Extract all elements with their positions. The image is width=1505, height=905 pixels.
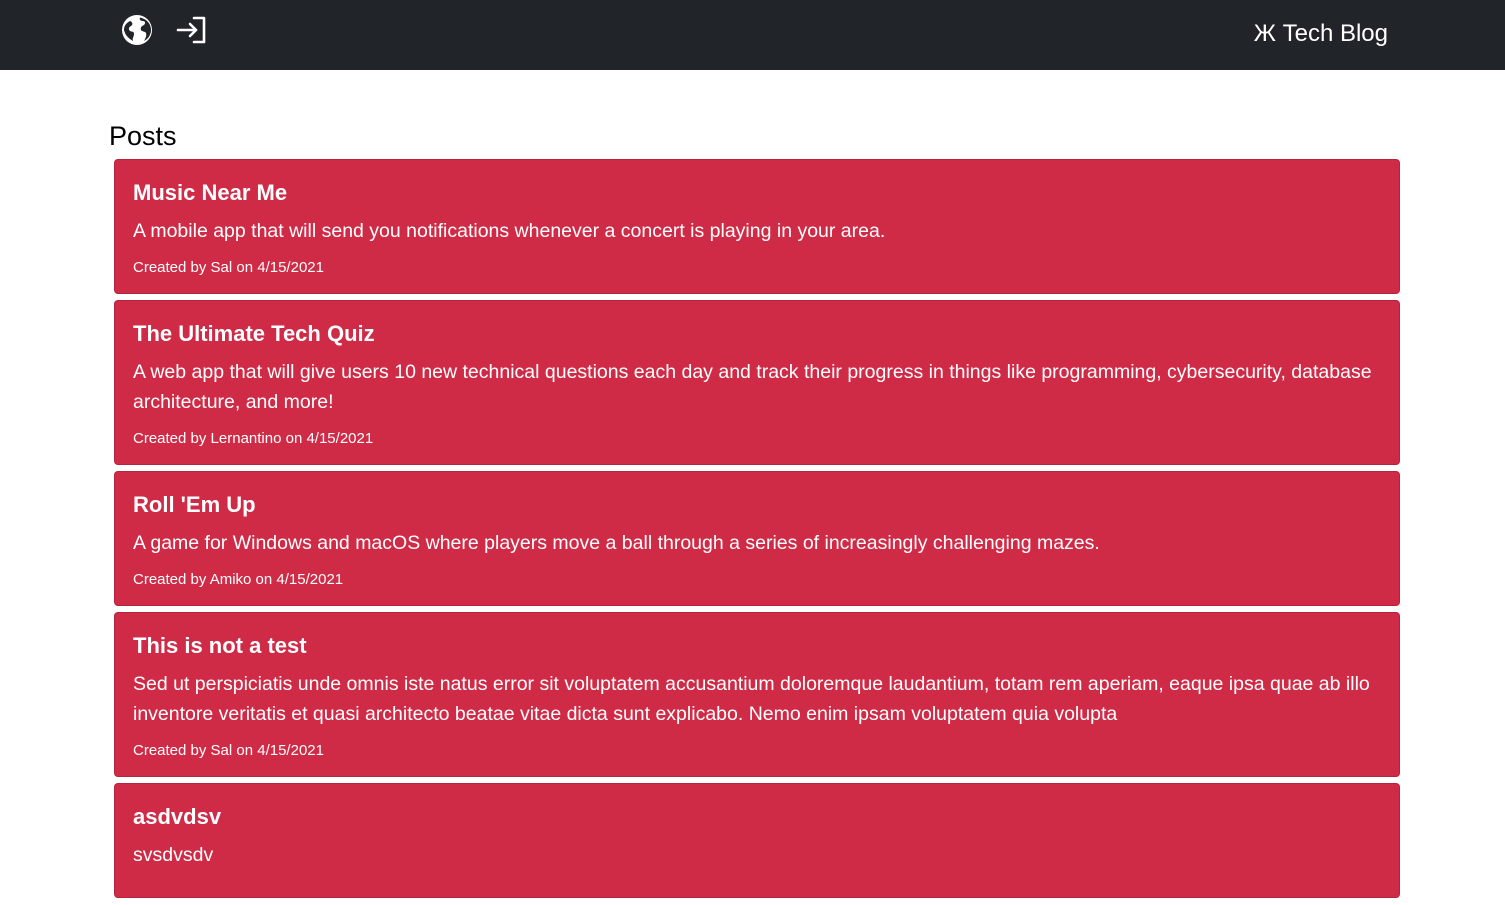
post-title: This is not a test — [133, 633, 307, 658]
post-body: Sed ut perspiciatis unde omnis iste natu… — [133, 673, 1370, 725]
post-body: svsdvsdv — [133, 844, 214, 866]
post-title: The Ultimate Tech Quiz — [133, 321, 375, 346]
post-body: A web app that will give users 10 new te… — [133, 361, 1372, 413]
navbar: Ж Tech Blog — [0, 0, 1505, 70]
post-meta: Created by Sal on 4/15/2021 — [133, 259, 324, 276]
post-card[interactable]: asdvdsv svsdvsdv — [114, 783, 1400, 898]
post-title: Music Near Me — [133, 180, 288, 205]
post-meta: Created by Amiko on 4/15/2021 — [133, 571, 344, 588]
page-title: Posts — [109, 121, 177, 151]
post-title: Roll 'Em Up — [133, 492, 256, 517]
post-meta: Created by Sal on 4/15/2021 — [133, 742, 324, 759]
post-body: A game for Windows and macOS where playe… — [133, 532, 1100, 554]
post-card[interactable]: The Ultimate Tech Quiz A web app that wi… — [114, 300, 1400, 465]
post-title: asdvdsv — [133, 804, 222, 829]
post-card[interactable]: This is not a test Sed ut perspiciatis u… — [114, 612, 1400, 777]
login-icon[interactable] — [175, 13, 209, 47]
post-body: A mobile app that will send you notifica… — [133, 220, 886, 242]
post-card[interactable]: Roll 'Em Up A game for Windows and macOS… — [114, 471, 1400, 606]
brand-link[interactable]: Ж Tech Blog — [1254, 18, 1388, 50]
globe-icon[interactable] — [120, 13, 154, 47]
post-meta: Created by Lernantino on 4/15/2021 — [133, 430, 374, 447]
post-list: Music Near Me A mobile app that will sen… — [114, 159, 1400, 904]
post-card[interactable]: Music Near Me A mobile app that will sen… — [114, 159, 1400, 294]
